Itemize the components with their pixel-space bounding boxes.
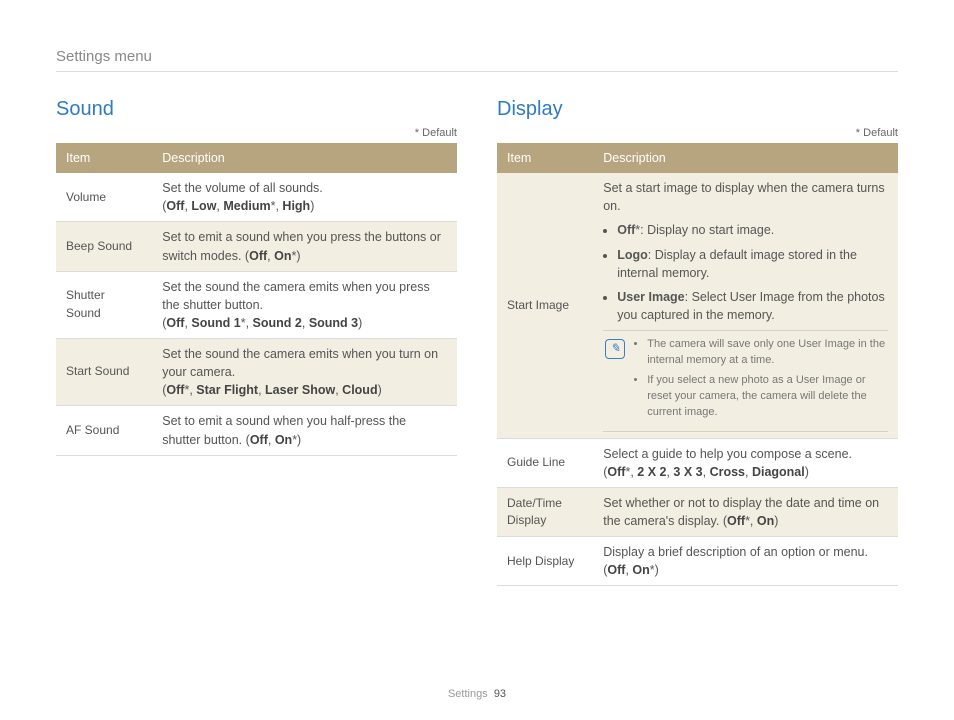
row-desc: Set the sound the camera emits when you … — [152, 339, 457, 406]
row-desc: Set whether or not to display the date a… — [593, 487, 898, 536]
display-section: Display * Default Item Description Start… — [497, 98, 898, 586]
default-note: * Default — [497, 127, 898, 139]
sound-heading: Sound — [56, 98, 457, 121]
sound-table: Item Description Volume Set the volume o… — [56, 143, 457, 456]
row-desc: Select a guide to help you compose a sce… — [593, 438, 898, 487]
desc-text: Set the volume of all sounds. — [162, 181, 323, 195]
row-desc: Display a brief description of an option… — [593, 537, 898, 586]
desc-text: Display a brief description of an option… — [603, 545, 868, 559]
desc-text: Set the sound the camera emits when you … — [162, 347, 438, 379]
options: (Off, On*) — [245, 249, 301, 263]
page-number: 93 — [494, 688, 506, 700]
display-table: Item Description Start Image Set a start… — [497, 143, 898, 586]
note-text: If you select a new photo as a User Imag… — [647, 373, 886, 421]
row-desc: Set to emit a sound when you half-press … — [152, 406, 457, 455]
row-item: AF Sound — [56, 406, 152, 455]
desc-text: Set a start image to display when the ca… — [603, 181, 884, 213]
options: (Off*, Star Flight, Laser Show, Cloud) — [162, 383, 382, 397]
row-item: Volume — [56, 173, 152, 222]
row-desc: Set the volume of all sounds. (Off, Low,… — [152, 173, 457, 222]
options: (Off, Low, Medium*, High) — [162, 199, 314, 213]
th-item: Item — [497, 143, 593, 173]
row-item: Help Display — [497, 537, 593, 586]
display-heading: Display — [497, 98, 898, 121]
row-desc: Set to emit a sound when you press the b… — [152, 222, 457, 271]
bullet-text: : Display a default image stored in the … — [617, 248, 857, 280]
bullets: Off*: Display no start image. Logo: Disp… — [603, 221, 888, 324]
desc-text: Set the sound the camera emits when you … — [162, 280, 430, 312]
row-item: Shutter Sound — [56, 271, 152, 338]
options: (Off*, 2 X 2, 3 X 3, Cross, Diagonal) — [603, 465, 809, 479]
th-description: Description — [593, 143, 898, 173]
default-note: * Default — [56, 127, 457, 139]
row-item: Start Image — [497, 173, 593, 438]
th-description: Description — [152, 143, 457, 173]
breadcrumb: Settings menu — [56, 48, 898, 72]
options: (Off*, On) — [723, 514, 779, 528]
options: (Off, On*) — [603, 563, 659, 577]
desc-text: Set to emit a sound when you press the b… — [162, 230, 441, 262]
page-footer: Settings 93 — [56, 688, 898, 700]
row-item: Date/Time Display — [497, 487, 593, 536]
bullet-text: : Display no start image. — [640, 223, 774, 237]
row-item: Guide Line — [497, 438, 593, 487]
sound-section: Sound * Default Item Description Volume … — [56, 98, 457, 586]
desc-text: Select a guide to help you compose a sce… — [603, 447, 852, 461]
options: (Off, On*) — [246, 433, 302, 447]
row-desc: Set the sound the camera emits when you … — [152, 271, 457, 338]
row-item: Beep Sound — [56, 222, 152, 271]
note-box: ✎ The camera will save only one User Ima… — [603, 330, 888, 432]
footer-label: Settings — [448, 688, 488, 700]
options: (Off, Sound 1*, Sound 2, Sound 3) — [162, 316, 362, 330]
th-item: Item — [56, 143, 152, 173]
row-desc: Set a start image to display when the ca… — [593, 173, 898, 438]
note-text: The camera will save only one User Image… — [647, 337, 886, 369]
note-icon: ✎ — [605, 339, 625, 359]
row-item: Start Sound — [56, 339, 152, 406]
